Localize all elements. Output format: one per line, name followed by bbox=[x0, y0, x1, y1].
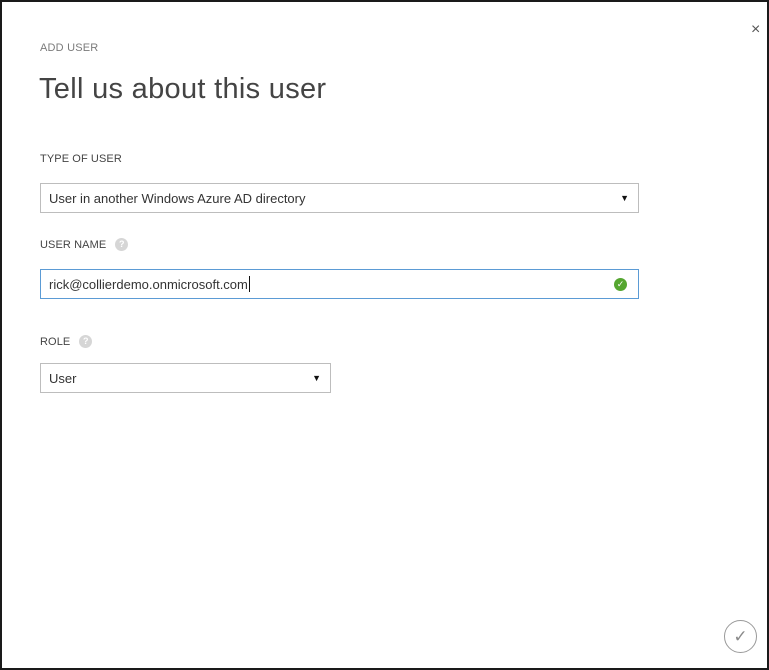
dialog-eyebrow: ADD USER bbox=[40, 42, 99, 54]
user-name-label: USER NAME ? bbox=[40, 238, 129, 251]
confirm-button[interactable]: ✓ bbox=[724, 620, 757, 653]
role-label: ROLE ? bbox=[40, 335, 93, 348]
user-name-input[interactable]: rick@collierdemo.onmicrosoft.com ✓ bbox=[40, 269, 639, 299]
type-of-user-label-text: TYPE OF USER bbox=[40, 153, 122, 165]
role-value: User bbox=[49, 370, 77, 386]
chevron-down-icon: ▼ bbox=[620, 193, 629, 203]
page-title: Tell us about this user bbox=[39, 73, 327, 105]
type-of-user-value: User in another Windows Azure AD directo… bbox=[49, 190, 306, 206]
chevron-down-icon: ▼ bbox=[312, 373, 321, 383]
user-name-label-text: USER NAME bbox=[40, 238, 107, 251]
close-icon[interactable]: × bbox=[751, 22, 760, 38]
role-select[interactable]: User ▼ bbox=[40, 363, 331, 393]
checkmark-valid-icon: ✓ bbox=[614, 278, 627, 291]
type-of-user-label: TYPE OF USER bbox=[40, 153, 122, 165]
help-icon[interactable]: ? bbox=[79, 335, 93, 348]
text-caret bbox=[248, 276, 250, 292]
add-user-dialog: × ADD USER Tell us about this user TYPE … bbox=[0, 0, 769, 670]
checkmark-icon: ✓ bbox=[733, 627, 748, 646]
role-label-text: ROLE bbox=[40, 335, 71, 348]
type-of-user-select[interactable]: User in another Windows Azure AD directo… bbox=[40, 183, 639, 213]
user-name-value: rick@collierdemo.onmicrosoft.com bbox=[49, 276, 248, 292]
help-icon[interactable]: ? bbox=[115, 238, 129, 251]
